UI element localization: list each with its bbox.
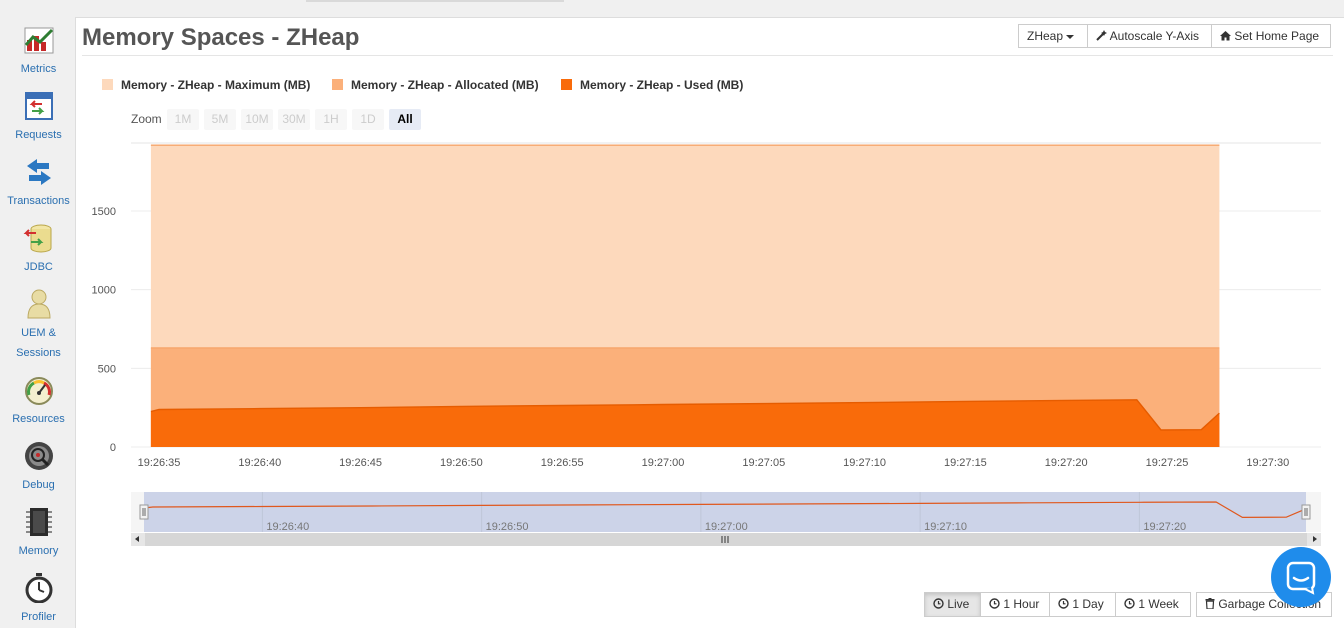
x-tick-label: 19:27:05 — [742, 457, 785, 469]
chart-series-areas — [150, 144, 1220, 447]
x-tick-label: 19:27:20 — [1045, 457, 1088, 469]
x-tick-label: 19:26:50 — [440, 457, 483, 469]
sidebar-item-debug[interactable]: Debug — [0, 441, 77, 495]
range-1-day-button[interactable]: 1 Day — [1049, 592, 1116, 617]
chat-icon — [1286, 561, 1316, 595]
sidebar: Metrics Requests Transactions JDBC UEM &… — [0, 0, 77, 627]
sidebar-item-uem-sessions[interactable]: UEM & Sessions — [0, 289, 77, 363]
x-tick-label: 19:26:35 — [138, 457, 181, 469]
sidebar-item-memory[interactable]: Memory — [0, 507, 77, 561]
stopwatch-icon — [25, 573, 52, 603]
x-tick-label: 19:27:10 — [843, 457, 886, 469]
range-1-hour-button[interactable]: 1 Hour — [980, 592, 1050, 617]
navigator-right-handle[interactable] — [1301, 504, 1311, 520]
y-tick-label: 500 — [98, 363, 116, 375]
1-hour-label: 1 Hour — [1003, 597, 1040, 611]
sidebar-item-label: UEM & — [21, 327, 56, 339]
main-panel: Memory Spaces - ZHeap ZHeap Autoscale Y-… — [75, 17, 1344, 628]
x-tick-label: 19:26:55 — [541, 457, 584, 469]
transactions-arrows-icon — [26, 159, 51, 185]
trash-icon — [1205, 598, 1215, 610]
navigator-left-handle[interactable] — [139, 504, 149, 520]
top-tab-strip — [306, 0, 564, 2]
1-day-label: 1 Day — [1072, 597, 1104, 611]
memory-chip-icon — [25, 508, 52, 536]
user-icon — [26, 289, 51, 319]
range-1-week-button[interactable]: 1 Week — [1115, 592, 1191, 617]
range-live-button[interactable]: Live — [924, 592, 981, 617]
navigator-scrollbar-thumb[interactable] — [145, 533, 1307, 546]
gauge-icon — [24, 377, 53, 405]
clock-icon — [933, 598, 944, 609]
clock-icon — [989, 598, 1000, 609]
sidebar-item-label: JDBC — [24, 261, 53, 273]
x-tick-label: 19:27:30 — [1246, 457, 1289, 469]
navigator-tick-label: 19:27:00 — [705, 521, 748, 533]
sidebar-item-label: Resources — [12, 413, 65, 425]
navigator-tick-label: 19:27:20 — [1143, 521, 1186, 533]
sidebar-item-label: Metrics — [20, 63, 57, 75]
metrics-chart-icon — [24, 27, 53, 54]
sidebar-item-label: Profiler — [21, 611, 56, 623]
navigator[interactable]: 19:26:40 19:26:50 19:27:00 19:27:10 19:27:20… — [131, 492, 1344, 546]
memory-chart: 050010001500 19:26:35 19:26:40 19:26:45 19:… — [92, 142, 1344, 546]
sidebar-item-label: Debug — [22, 479, 55, 491]
sidebar-item-label: Requests — [15, 129, 62, 141]
chat-launcher-button[interactable] — [1271, 547, 1331, 607]
requests-icon — [24, 92, 53, 120]
sidebar-item-label: Memory — [18, 545, 59, 557]
sidebar-item-metrics[interactable]: Metrics — [0, 25, 77, 79]
x-axis-ticks: 19:26:35 19:26:40 19:26:45 19:26:50 19:26:55… — [138, 457, 1290, 469]
sidebar-item-resources[interactable]: Resources — [0, 375, 77, 429]
sidebar-item-transactions[interactable]: Transactions — [0, 157, 77, 211]
clock-icon — [1124, 598, 1135, 609]
y-tick-label: 1500 — [92, 206, 116, 218]
sidebar-item-label-line2: Sessions — [16, 347, 61, 359]
x-tick-label: 19:27:25 — [1146, 457, 1189, 469]
x-tick-label: 19:27:15 — [944, 457, 987, 469]
y-axis-ticks: 0 500 1000 1500 — [92, 206, 116, 454]
navigator-tick-label: 19:26:40 — [266, 521, 309, 533]
x-tick-label: 19:26:45 — [339, 457, 382, 469]
x-tick-label: 19:26:40 — [238, 457, 281, 469]
sidebar-item-label: Transactions — [7, 195, 70, 207]
database-icon — [23, 224, 51, 253]
1-week-label: 1 Week — [1138, 597, 1179, 611]
bug-icon — [24, 442, 53, 470]
clock-icon — [1058, 598, 1069, 609]
navigator-tick-label: 19:26:50 — [486, 521, 529, 533]
sidebar-item-jdbc[interactable]: JDBC — [0, 223, 77, 277]
sidebar-item-profiler[interactable]: Profiler — [0, 573, 77, 627]
navigator-tick-label: 19:27:10 — [924, 521, 967, 533]
x-tick-label: 19:27:00 — [642, 457, 685, 469]
live-label: Live — [947, 597, 970, 611]
y-tick-label: 0 — [110, 442, 116, 454]
y-tick-label: 1000 — [92, 285, 116, 297]
sidebar-item-requests[interactable]: Requests — [0, 91, 77, 145]
